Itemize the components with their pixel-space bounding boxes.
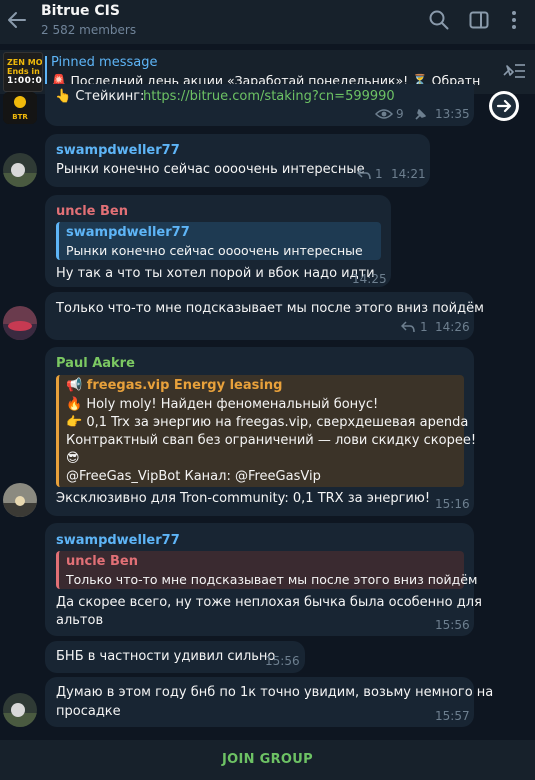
message-time: 15:56	[265, 654, 300, 668]
more-menu-icon[interactable]	[503, 9, 525, 31]
quote-sender: 📢 freegas.vip Energy leasing	[66, 378, 283, 393]
reply-icon	[357, 168, 371, 180]
message-time: 15:16	[435, 497, 470, 511]
avatar[interactable]	[3, 153, 37, 187]
message-text: Рынки конечно сейчас оооочень интересные	[56, 162, 365, 177]
message-text: Эксклюзивно для Tron-community: 0,1 TRX …	[56, 491, 431, 506]
avatar[interactable]	[3, 483, 37, 517]
message-time: 13:35	[435, 107, 470, 121]
join-bar: JOIN GROUP	[0, 740, 535, 780]
quote-line: Контрактный свап без ограничений — лови …	[66, 433, 477, 448]
sender-name[interactable]: swampdweller77	[56, 533, 180, 548]
arrow-right-icon	[492, 94, 516, 118]
pinned-thumb-timer: 1:00:01	[7, 76, 43, 86]
message-text: БНБ в частности удивил сильно	[56, 649, 276, 664]
pin-icon	[415, 109, 426, 120]
search-icon[interactable]	[428, 9, 450, 31]
back-arrow-icon[interactable]	[6, 9, 28, 31]
member-count: 2 582 members	[41, 23, 137, 37]
reply-count[interactable]: 1	[375, 167, 383, 181]
message-time: 14:26	[435, 320, 470, 334]
quote-sender: uncle Ben	[66, 554, 138, 569]
avatar-photo-icon	[3, 153, 37, 187]
message-time: 14:21	[391, 167, 426, 181]
quote-line: @FreeGas_VipBot Канал: @FreeGasVip	[66, 469, 321, 484]
reply-icon	[401, 321, 415, 333]
join-group-button[interactable]: JOIN GROUP	[0, 752, 535, 767]
avatar-sunset-icon	[3, 483, 37, 517]
avatar-car-icon	[3, 306, 37, 340]
message-text-line: просадке	[56, 704, 121, 719]
quote-text: Рынки конечно сейчас оооочень интересные	[66, 243, 363, 258]
avatar-photo-icon	[3, 693, 37, 727]
avatar[interactable]	[3, 693, 37, 727]
pinned-title: Pinned message	[51, 55, 158, 70]
quote-line: 😎	[66, 451, 80, 466]
chat-header: Bitrue CIS 2 582 members	[0, 0, 535, 44]
pinned-thumb-caption: ZEN MONDI Ends in	[7, 58, 43, 76]
bitrue-logo-icon: BTR	[3, 92, 37, 124]
message-text: Ну так а что ты хотел порой и вбок надо …	[56, 266, 375, 281]
message-time: 15:57	[435, 709, 470, 723]
message-text-top-prefix: 👆 Стейкинг:	[55, 89, 145, 104]
message-text: Только что-то мне подсказывает мы после …	[56, 301, 484, 316]
scroll-down-button[interactable]	[489, 91, 519, 121]
chat-title[interactable]: Bitrue CIS	[41, 3, 120, 19]
pinned-list-icon[interactable]	[501, 60, 527, 82]
svg-text:BTR: BTR	[12, 113, 28, 121]
sender-name[interactable]: swampdweller77	[56, 143, 180, 158]
pinned-thumbnail: ZEN MONDI Ends in 1:00:01	[3, 52, 43, 92]
quote-line: 👉 0,1 Trx за энергию на freegas.vip, све…	[66, 415, 469, 430]
sender-name[interactable]: Paul Aakre	[56, 356, 135, 371]
quote-line: 🔥 Holy moly! Найден феноменальный бонус!	[66, 397, 379, 412]
message-text-line: Думаю в этом году бнб по 1к точно увидим…	[56, 685, 494, 700]
quote-text: Только что-то мне подсказывает мы после …	[66, 572, 478, 587]
quote-sender: swampdweller77	[66, 225, 190, 240]
views-eye-icon	[375, 109, 393, 119]
message-text-line: Да скорее всего, ну тоже неплохая бычка …	[56, 595, 482, 610]
sender-name[interactable]: uncle Ben	[56, 204, 128, 219]
sidebar-toggle-icon[interactable]	[468, 9, 490, 31]
message-text-line: альтов	[56, 613, 104, 628]
message-time: 15:56	[435, 618, 470, 632]
avatar[interactable]	[3, 306, 37, 340]
bitrue-avatar[interactable]: BTR	[3, 92, 37, 124]
reply-count[interactable]: 1	[420, 320, 428, 334]
message-time: 14:25	[352, 272, 387, 286]
views-count: 9	[396, 107, 404, 121]
staking-link[interactable]: https://bitrue.com/staking?cn=599990	[143, 89, 395, 104]
message-bubble	[45, 134, 430, 187]
